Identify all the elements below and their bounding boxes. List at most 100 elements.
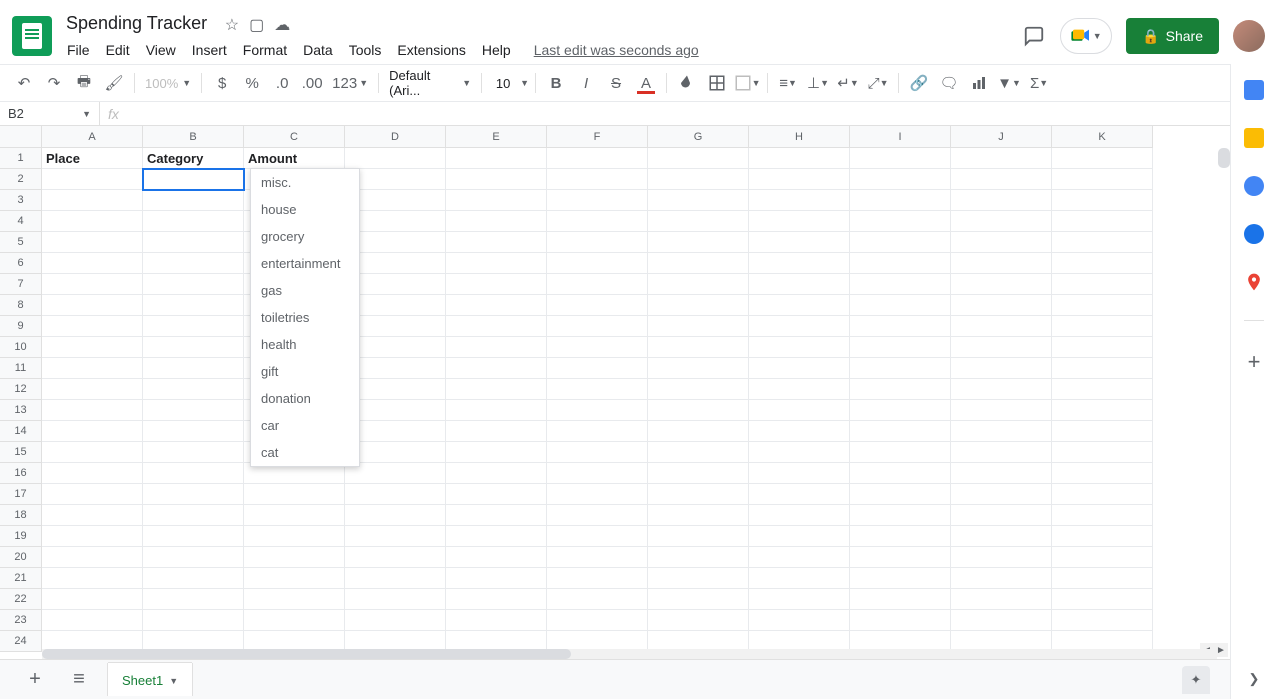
cell-H10[interactable] (749, 337, 850, 358)
cell-F10[interactable] (547, 337, 648, 358)
filter-button[interactable]: ▼▼ (995, 69, 1023, 97)
cell-I13[interactable] (850, 400, 951, 421)
cell-F3[interactable] (547, 190, 648, 211)
cell-G7[interactable] (648, 274, 749, 295)
cell-I6[interactable] (850, 253, 951, 274)
cell-I22[interactable] (850, 589, 951, 610)
name-box[interactable]: B2▼ (0, 102, 100, 125)
cell-E7[interactable] (446, 274, 547, 295)
cell-J21[interactable] (951, 568, 1052, 589)
column-header-K[interactable]: K (1052, 126, 1153, 148)
row-header-12[interactable]: 12 (0, 379, 42, 400)
cell-J13[interactable] (951, 400, 1052, 421)
cell-I23[interactable] (850, 610, 951, 631)
cell-A5[interactable] (42, 232, 143, 253)
cell-E5[interactable] (446, 232, 547, 253)
cell-I16[interactable] (850, 463, 951, 484)
calendar-icon[interactable] (1244, 80, 1264, 100)
menu-view[interactable]: View (139, 38, 183, 62)
row-header-24[interactable]: 24 (0, 631, 42, 652)
cell-G2[interactable] (648, 169, 749, 190)
cell-A23[interactable] (42, 610, 143, 631)
comments-icon[interactable] (1022, 24, 1046, 48)
cell-K18[interactable] (1052, 505, 1153, 526)
cell-G4[interactable] (648, 211, 749, 232)
cell-B7[interactable] (143, 274, 244, 295)
hide-side-panel-button[interactable]: ❯ (1249, 671, 1260, 687)
row-header-10[interactable]: 10 (0, 337, 42, 358)
cell-G17[interactable] (648, 484, 749, 505)
cell-E23[interactable] (446, 610, 547, 631)
fill-color-button[interactable] (673, 69, 701, 97)
column-header-A[interactable]: A (42, 126, 143, 148)
column-header-G[interactable]: G (648, 126, 749, 148)
cell-F12[interactable] (547, 379, 648, 400)
horizontal-scrollbar[interactable] (42, 649, 1217, 659)
cell-K4[interactable] (1052, 211, 1153, 232)
cell-A15[interactable] (42, 442, 143, 463)
cell-F22[interactable] (547, 589, 648, 610)
menu-file[interactable]: File (60, 38, 97, 62)
cell-H3[interactable] (749, 190, 850, 211)
zoom-select[interactable]: 100%▼ (141, 76, 195, 91)
cell-G11[interactable] (648, 358, 749, 379)
cell-F6[interactable] (547, 253, 648, 274)
cell-K22[interactable] (1052, 589, 1153, 610)
cell-H13[interactable] (749, 400, 850, 421)
cell-E18[interactable] (446, 505, 547, 526)
cell-G3[interactable] (648, 190, 749, 211)
document-title[interactable]: Spending Tracker (60, 11, 213, 36)
dropdown-option[interactable]: cat (251, 439, 359, 466)
cell-B22[interactable] (143, 589, 244, 610)
cell-G20[interactable] (648, 547, 749, 568)
cell-G5[interactable] (648, 232, 749, 253)
cell-B20[interactable] (143, 547, 244, 568)
cell-K9[interactable] (1052, 316, 1153, 337)
cell-H22[interactable] (749, 589, 850, 610)
cell-K17[interactable] (1052, 484, 1153, 505)
cell-D11[interactable] (345, 358, 446, 379)
cell-A18[interactable] (42, 505, 143, 526)
cell-D21[interactable] (345, 568, 446, 589)
cell-I14[interactable] (850, 421, 951, 442)
menu-format[interactable]: Format (236, 38, 294, 62)
column-header-B[interactable]: B (143, 126, 244, 148)
cell-J7[interactable] (951, 274, 1052, 295)
row-header-19[interactable]: 19 (0, 526, 42, 547)
cell-G22[interactable] (648, 589, 749, 610)
cell-E19[interactable] (446, 526, 547, 547)
cell-A16[interactable] (42, 463, 143, 484)
cell-D20[interactable] (345, 547, 446, 568)
cell-E20[interactable] (446, 547, 547, 568)
menu-data[interactable]: Data (296, 38, 340, 62)
cell-I15[interactable] (850, 442, 951, 463)
formula-input[interactable] (127, 102, 1277, 125)
cell-H20[interactable] (749, 547, 850, 568)
cell-C20[interactable] (244, 547, 345, 568)
cell-I8[interactable] (850, 295, 951, 316)
cell-G18[interactable] (648, 505, 749, 526)
italic-button[interactable]: I (572, 69, 600, 97)
cell-J12[interactable] (951, 379, 1052, 400)
row-header-4[interactable]: 4 (0, 211, 42, 232)
cell-E12[interactable] (446, 379, 547, 400)
cell-B2[interactable] (143, 169, 244, 190)
cell-G6[interactable] (648, 253, 749, 274)
cell-I3[interactable] (850, 190, 951, 211)
column-header-D[interactable]: D (345, 126, 446, 148)
cell-A8[interactable] (42, 295, 143, 316)
row-header-16[interactable]: 16 (0, 463, 42, 484)
cell-A4[interactable] (42, 211, 143, 232)
cell-K23[interactable] (1052, 610, 1153, 631)
cell-J6[interactable] (951, 253, 1052, 274)
cell-A21[interactable] (42, 568, 143, 589)
cell-B8[interactable] (143, 295, 244, 316)
cell-D4[interactable] (345, 211, 446, 232)
cell-J23[interactable] (951, 610, 1052, 631)
cell-F21[interactable] (547, 568, 648, 589)
row-header-14[interactable]: 14 (0, 421, 42, 442)
cell-G13[interactable] (648, 400, 749, 421)
cell-B21[interactable] (143, 568, 244, 589)
cell-D19[interactable] (345, 526, 446, 547)
cell-F15[interactable] (547, 442, 648, 463)
